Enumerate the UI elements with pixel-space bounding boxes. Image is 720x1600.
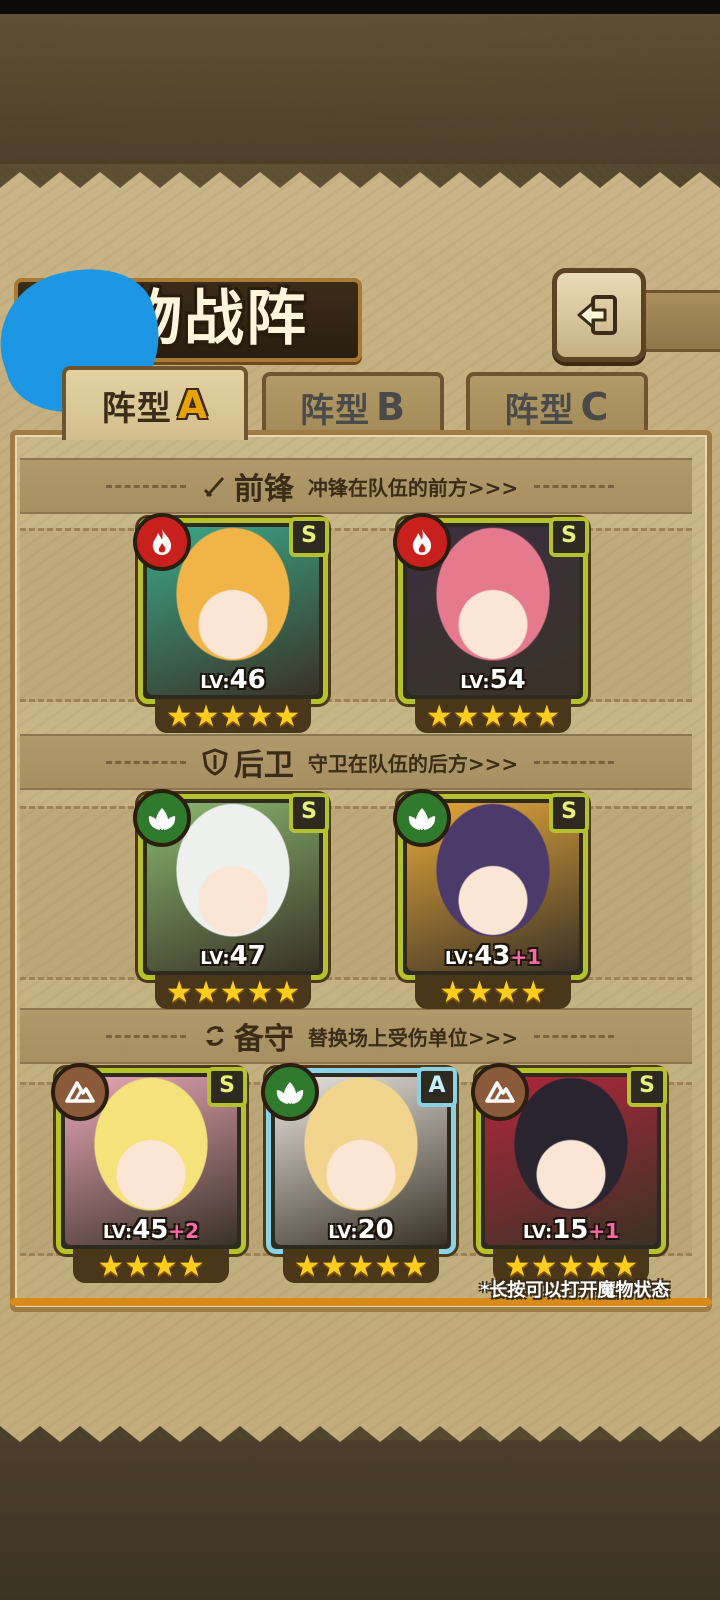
character-card[interactable]: A LV:20 ★★★★★ xyxy=(261,1063,457,1284)
tab-letter: A xyxy=(177,383,209,427)
shield-icon xyxy=(202,748,228,776)
element-badge xyxy=(51,1063,109,1121)
fire-element-icon xyxy=(412,529,432,555)
section-name: 后卫 xyxy=(233,748,294,783)
leaf-element-icon xyxy=(276,1082,304,1104)
rank-badge: S xyxy=(289,793,329,833)
star-rating: ★★★★★ xyxy=(155,699,311,734)
section-desc: 替换场上受伤单位>>> xyxy=(307,1025,519,1050)
tab-label: 阵型 xyxy=(300,390,371,431)
star-rating: ★★★★ xyxy=(73,1249,229,1284)
swap-icon xyxy=(205,1026,224,1046)
tab-formation-a[interactable]: 阵型 A xyxy=(62,366,248,440)
rank-badge: S xyxy=(549,793,589,833)
tab-label: 阵型 xyxy=(504,390,575,431)
divider xyxy=(534,1034,615,1038)
section-header-front: 前锋 冲锋在队伍的前方>>> xyxy=(0,464,720,508)
header-right-plate xyxy=(640,290,720,352)
map-bottom-area xyxy=(0,1440,720,1600)
tab-label: 阵型 xyxy=(101,388,172,429)
section-desc: 冲锋在队伍的前方>>> xyxy=(307,475,519,500)
leaf-element-icon xyxy=(408,808,436,830)
divider xyxy=(105,760,186,764)
section-name: 前锋 xyxy=(233,472,294,507)
back-button[interactable] xyxy=(552,268,646,362)
level-label: LV:46 xyxy=(200,665,266,695)
character-card[interactable]: S LV:15+1 ★★★★★ xyxy=(471,1063,667,1284)
tab-formation-b[interactable]: 阵型 B xyxy=(262,372,444,438)
rank-badge: S xyxy=(289,517,329,557)
divider xyxy=(105,1034,186,1038)
mountain-element-icon xyxy=(485,1081,515,1103)
rank-badge: S xyxy=(207,1067,247,1107)
element-badge xyxy=(393,789,451,847)
divider xyxy=(534,760,615,764)
section-header-reserve: 备守 替换场上受伤单位>>> xyxy=(0,1014,720,1058)
divider xyxy=(534,484,615,488)
tab-formation-c[interactable]: 阵型 C xyxy=(466,372,648,438)
sword-icon xyxy=(203,477,224,498)
character-card[interactable]: S LV:54 ★★★★★ xyxy=(393,513,589,734)
back-arrow-icon xyxy=(577,295,617,335)
mountain-element-icon xyxy=(65,1081,95,1103)
star-rating: ★★★★★ xyxy=(155,975,311,1010)
slot-row-back xyxy=(20,806,692,980)
rank-badge: S xyxy=(627,1067,667,1107)
character-card[interactable]: S LV:47 ★★★★★ xyxy=(133,789,329,1010)
map-top-area xyxy=(0,14,720,164)
character-card[interactable]: S LV:45+2 ★★★★ xyxy=(51,1063,247,1284)
star-rating: ★★★★★ xyxy=(283,1249,439,1284)
character-card[interactable]: S LV:46 ★★★★★ xyxy=(133,513,329,734)
long-press-hint: *长按可以打开魔物状态 xyxy=(480,1280,670,1301)
level-label: LV:15+1 xyxy=(522,1215,620,1245)
section-header-back: 后卫 守卫在队伍的后方>>> xyxy=(0,740,720,784)
rank-badge: A xyxy=(417,1067,457,1107)
tab-letter: C xyxy=(580,385,610,429)
leaf-element-icon xyxy=(148,808,176,830)
section-desc: 守卫在队伍的后方>>> xyxy=(307,751,519,776)
fire-element-icon xyxy=(152,529,172,555)
divider xyxy=(105,484,186,488)
level-label: LV:45+2 xyxy=(102,1215,200,1245)
rank-badge: S xyxy=(549,517,589,557)
level-label: LV:43+1 xyxy=(444,941,542,971)
level-label: LV:54 xyxy=(460,665,526,695)
element-badge xyxy=(133,789,191,847)
element-badge xyxy=(393,513,451,571)
character-card[interactable]: S LV:43+1 ★★★★ xyxy=(393,789,589,1010)
element-badge xyxy=(471,1063,529,1121)
element-badge xyxy=(133,513,191,571)
tab-letter: B xyxy=(376,385,406,429)
star-rating: ★★★★★ xyxy=(415,699,571,734)
level-label: LV:47 xyxy=(200,941,266,971)
slot-row-front xyxy=(20,528,692,702)
element-badge xyxy=(261,1063,319,1121)
star-rating: ★★★★ xyxy=(415,975,571,1010)
status-bar xyxy=(0,0,720,14)
level-label: LV:20 xyxy=(328,1215,394,1245)
section-name: 备守 xyxy=(233,1022,294,1057)
